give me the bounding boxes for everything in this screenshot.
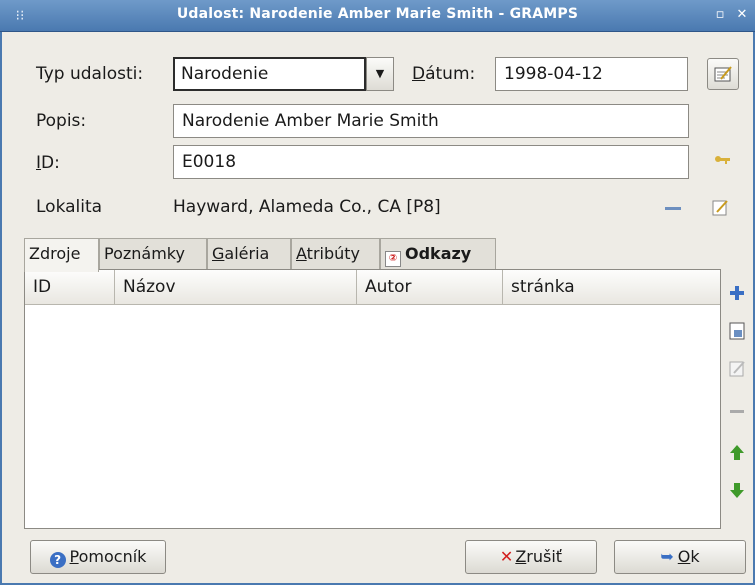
place-value: Hayward, Alameda Co., CA [P8] — [173, 197, 441, 217]
place-label: Lokalita — [36, 197, 103, 217]
sources-table[interactable]: ID Názov Autor stránka — [24, 269, 721, 529]
maximize-icon[interactable]: ▫ — [712, 7, 728, 23]
date-label: Dátum: — [412, 64, 476, 84]
close-icon[interactable]: ✕ — [734, 7, 750, 23]
chevron-down-icon: ▼ — [375, 67, 385, 80]
ok-button[interactable]: ➥ Ok — [614, 540, 746, 574]
share-existing-button[interactable] — [724, 318, 750, 344]
id-label: ID: — [36, 153, 60, 173]
add-button[interactable] — [724, 280, 750, 306]
tab-attributes[interactable]: Atribúty — [291, 238, 380, 270]
share-existing-icon — [729, 322, 745, 340]
move-up-icon — [730, 445, 744, 460]
title-bar[interactable]: ⁝⁝ Udalost: Narodenie Amber Marie Smith … — [0, 0, 755, 32]
column-header-page[interactable]: stránka — [503, 270, 720, 305]
cancel-icon: ✕ — [499, 547, 514, 566]
references-icon: ② — [385, 251, 401, 267]
remove-button[interactable] — [724, 398, 750, 424]
tab-sources[interactable]: Zdroje — [24, 238, 99, 272]
column-header-title[interactable]: Názov — [115, 270, 357, 305]
remove-icon — [730, 410, 744, 413]
date-field[interactable]: 1998-04-12 — [495, 57, 688, 91]
move-down-button[interactable] — [724, 478, 750, 504]
tab-gallery[interactable]: Galéria — [207, 238, 291, 270]
add-icon — [730, 286, 744, 300]
tab-references[interactable]: ② Odkazy — [380, 238, 496, 270]
column-header-author[interactable]: Autor — [357, 270, 503, 305]
help-button[interactable]: ? Pomocník — [30, 540, 166, 574]
id-field[interactable]: E0018 — [173, 145, 689, 179]
edit-place-icon[interactable] — [708, 196, 732, 220]
edit-button[interactable] — [724, 356, 750, 382]
move-up-button[interactable] — [724, 440, 750, 466]
description-label: Popis: — [36, 111, 87, 131]
column-header-id[interactable]: ID — [25, 270, 115, 305]
edit-icon — [729, 361, 745, 377]
move-down-icon — [730, 483, 744, 498]
ok-icon: ➥ — [660, 547, 674, 566]
help-icon: ? — [49, 552, 66, 568]
window-title: Udalost: Narodenie Amber Marie Smith - G… — [176, 6, 579, 22]
tab-notes[interactable]: Poznámky — [99, 238, 207, 270]
event-type-label: Typ udalosti: — [36, 64, 144, 84]
event-type-combo[interactable]: Narodenie — [173, 57, 366, 91]
date-editor-icon — [714, 66, 732, 82]
cancel-button[interactable]: ✕ Zrušiť — [465, 540, 597, 574]
event-type-dropdown-button[interactable]: ▼ — [366, 57, 394, 91]
id-key-icon[interactable] — [710, 150, 734, 174]
date-editor-button[interactable] — [707, 58, 739, 90]
description-field[interactable]: Narodenie Amber Marie Smith — [173, 104, 689, 138]
remove-place-icon[interactable] — [662, 198, 684, 218]
